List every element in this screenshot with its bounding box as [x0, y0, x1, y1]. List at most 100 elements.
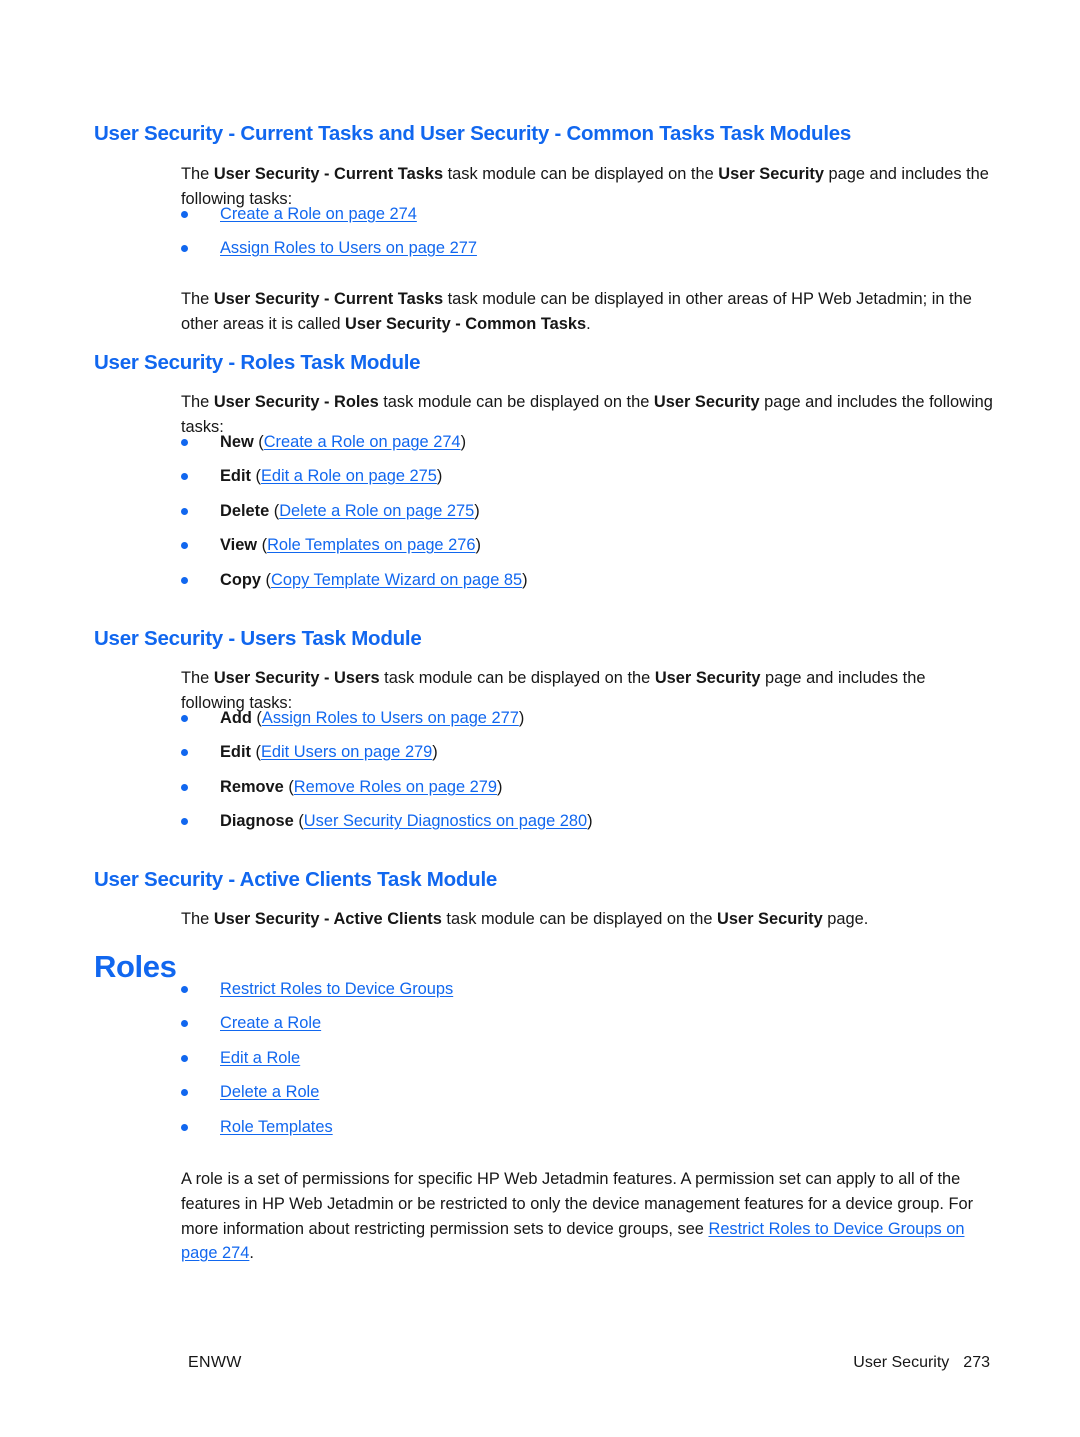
link-copy-template-wizard-85[interactable]: Copy Template Wizard on page 85 — [271, 571, 522, 589]
list-item: New (Create a Role on page 274) — [181, 430, 993, 455]
term-user-security: User Security — [718, 165, 824, 184]
list-item: Role Templates — [181, 1115, 993, 1140]
link-delete-a-role-275[interactable]: Delete a Role on page 275 — [279, 502, 474, 520]
text-fragment: ( — [293, 812, 304, 830]
term-user-security-active-clients: User Security - Active Clients — [213, 910, 442, 929]
list-item-content: Edit (Edit a Role on page 275) — [220, 464, 993, 489]
bullet-dot-icon — [181, 210, 188, 218]
footer-page-number: 273 — [963, 1354, 990, 1371]
list-item: Create a Role — [181, 1011, 993, 1036]
text-fragment: . — [249, 1244, 254, 1263]
term-user-security-current-tasks: User Security - Current Tasks — [213, 290, 444, 309]
list-item-content: Diagnose (User Security Diagnostics on p… — [220, 809, 993, 834]
bullet-dot-icon — [181, 1054, 188, 1062]
text-fragment: ( — [283, 778, 294, 796]
action-label-delete: Delete — [220, 502, 270, 520]
heading-active-clients-task-module: User Security - Active Clients Task Modu… — [94, 868, 498, 891]
link-role-templates-276[interactable]: Role Templates on page 276 — [267, 536, 475, 554]
list-item-content: Delete a Role — [220, 1080, 993, 1105]
term-user-security: User Security — [653, 393, 760, 412]
text-fragment: ) — [497, 778, 503, 796]
bullet-dot-icon — [181, 244, 188, 252]
list-item-content: View (Role Templates on page 276) — [220, 533, 993, 558]
list-item-content: Restrict Roles to Device Groups — [220, 977, 993, 1002]
term-user-security-users: User Security - Users — [213, 669, 380, 688]
text-fragment: The — [181, 290, 214, 309]
action-label-diagnose: Diagnose — [220, 812, 294, 830]
list-item: Diagnose (User Security Diagnostics on p… — [181, 809, 993, 834]
link-assign-roles-to-users-277[interactable]: Assign Roles to Users on page 277 — [220, 239, 477, 257]
text-fragment: ) — [460, 433, 467, 451]
list-item-content: Copy (Copy Template Wizard on page 85) — [220, 568, 993, 593]
term-user-security-current-tasks: User Security - Current Tasks — [213, 165, 444, 184]
text-fragment: ( — [253, 433, 264, 451]
text-fragment: page. — [822, 910, 869, 929]
bullet-dot-icon — [181, 438, 188, 446]
action-label-add: Add — [220, 709, 252, 727]
link-remove-roles-279[interactable]: Remove Roles on page 279 — [294, 778, 497, 796]
paragraph-active-clients-intro: The User Security - Active Clients task … — [181, 907, 993, 932]
link-create-a-role-274[interactable]: Create a Role on page 274 — [264, 433, 461, 451]
term-user-security: User Security — [717, 910, 823, 929]
list-item-content: Edit (Edit Users on page 279) — [220, 740, 993, 765]
page-title-roles: Roles — [94, 948, 177, 984]
link-create-a-role-274[interactable]: Create a Role on page 274 — [220, 205, 417, 223]
text-fragment: ( — [260, 571, 271, 589]
action-label-new: New — [220, 433, 254, 451]
link-edit-users-279[interactable]: Edit Users on page 279 — [261, 743, 432, 761]
list-item: Copy (Copy Template Wizard on page 85) — [181, 568, 993, 593]
list-item-content: Create a Role on page 274 — [220, 202, 993, 227]
link-assign-roles-to-users-277[interactable]: Assign Roles to Users on page 277 — [262, 709, 519, 727]
bullet-dot-icon — [181, 541, 188, 549]
list-item-content: Add (Assign Roles to Users on page 277) — [220, 706, 993, 731]
text-fragment: ( — [250, 467, 261, 485]
document-page: User Security - Current Tasks and User S… — [0, 0, 1080, 1437]
list-item: Delete (Delete a Role on page 275) — [181, 499, 993, 524]
bullet-dot-icon — [181, 472, 188, 480]
link-role-templates[interactable]: Role Templates — [220, 1118, 333, 1136]
bullet-dot-icon — [181, 783, 188, 791]
list-item: Edit a Role — [181, 1046, 993, 1071]
term-user-security: User Security — [654, 669, 761, 688]
bullet-dot-icon — [181, 576, 188, 584]
list-item: View (Role Templates on page 276) — [181, 533, 993, 558]
heading-roles-task-module: User Security - Roles Task Module — [94, 351, 421, 374]
footer-section-and-page: User Security 273 — [853, 1354, 990, 1372]
text-fragment: The — [181, 910, 214, 929]
text-fragment: ) — [518, 709, 525, 727]
link-edit-a-role[interactable]: Edit a Role — [220, 1049, 300, 1067]
page-footer: ENWW User Security 273 — [0, 1350, 1080, 1372]
bullet-dot-icon — [181, 1088, 188, 1096]
action-label-remove: Remove — [220, 778, 284, 796]
text-fragment: ) — [475, 536, 481, 554]
bullet-dot-icon — [181, 985, 188, 993]
bullet-dot-icon — [181, 1019, 188, 1027]
list-item-content: Edit a Role — [220, 1046, 993, 1071]
text-fragment: The — [181, 393, 214, 412]
list-item: Edit (Edit a Role on page 275) — [181, 464, 993, 489]
link-user-security-diagnostics-280[interactable]: User Security Diagnostics on page 280 — [304, 812, 587, 830]
bullet-dot-icon — [181, 817, 188, 825]
list-item: Assign Roles to Users on page 277 — [181, 236, 993, 261]
text-fragment: . — [586, 314, 591, 333]
text-fragment: task module can be displayed on the — [379, 669, 655, 688]
link-edit-a-role-275[interactable]: Edit a Role on page 275 — [261, 467, 437, 485]
link-restrict-roles-to-device-groups[interactable]: Restrict Roles to Device Groups — [220, 980, 453, 998]
heading-users-task-module: User Security - Users Task Module — [94, 627, 422, 650]
list-item: Add (Assign Roles to Users on page 277) — [181, 706, 993, 731]
text-fragment: task module can be displayed on the — [441, 910, 718, 929]
link-delete-a-role[interactable]: Delete a Role — [220, 1083, 319, 1101]
list-item: Edit (Edit Users on page 279) — [181, 740, 993, 765]
list-item: Remove (Remove Roles on page 279) — [181, 775, 993, 800]
text-fragment: ) — [436, 467, 443, 485]
text-fragment: ) — [522, 571, 528, 589]
action-label-edit: Edit — [220, 743, 251, 761]
link-create-a-role[interactable]: Create a Role — [220, 1014, 321, 1032]
list-item-content: Create a Role — [220, 1011, 993, 1036]
list-item-content: Role Templates — [220, 1115, 993, 1140]
list-item-content: Delete (Delete a Role on page 275) — [220, 499, 993, 524]
text-fragment: ) — [474, 502, 480, 520]
list-item-content: Remove (Remove Roles on page 279) — [220, 775, 993, 800]
list-item-content: New (Create a Role on page 274) — [220, 430, 993, 455]
bullet-dot-icon — [181, 507, 188, 515]
